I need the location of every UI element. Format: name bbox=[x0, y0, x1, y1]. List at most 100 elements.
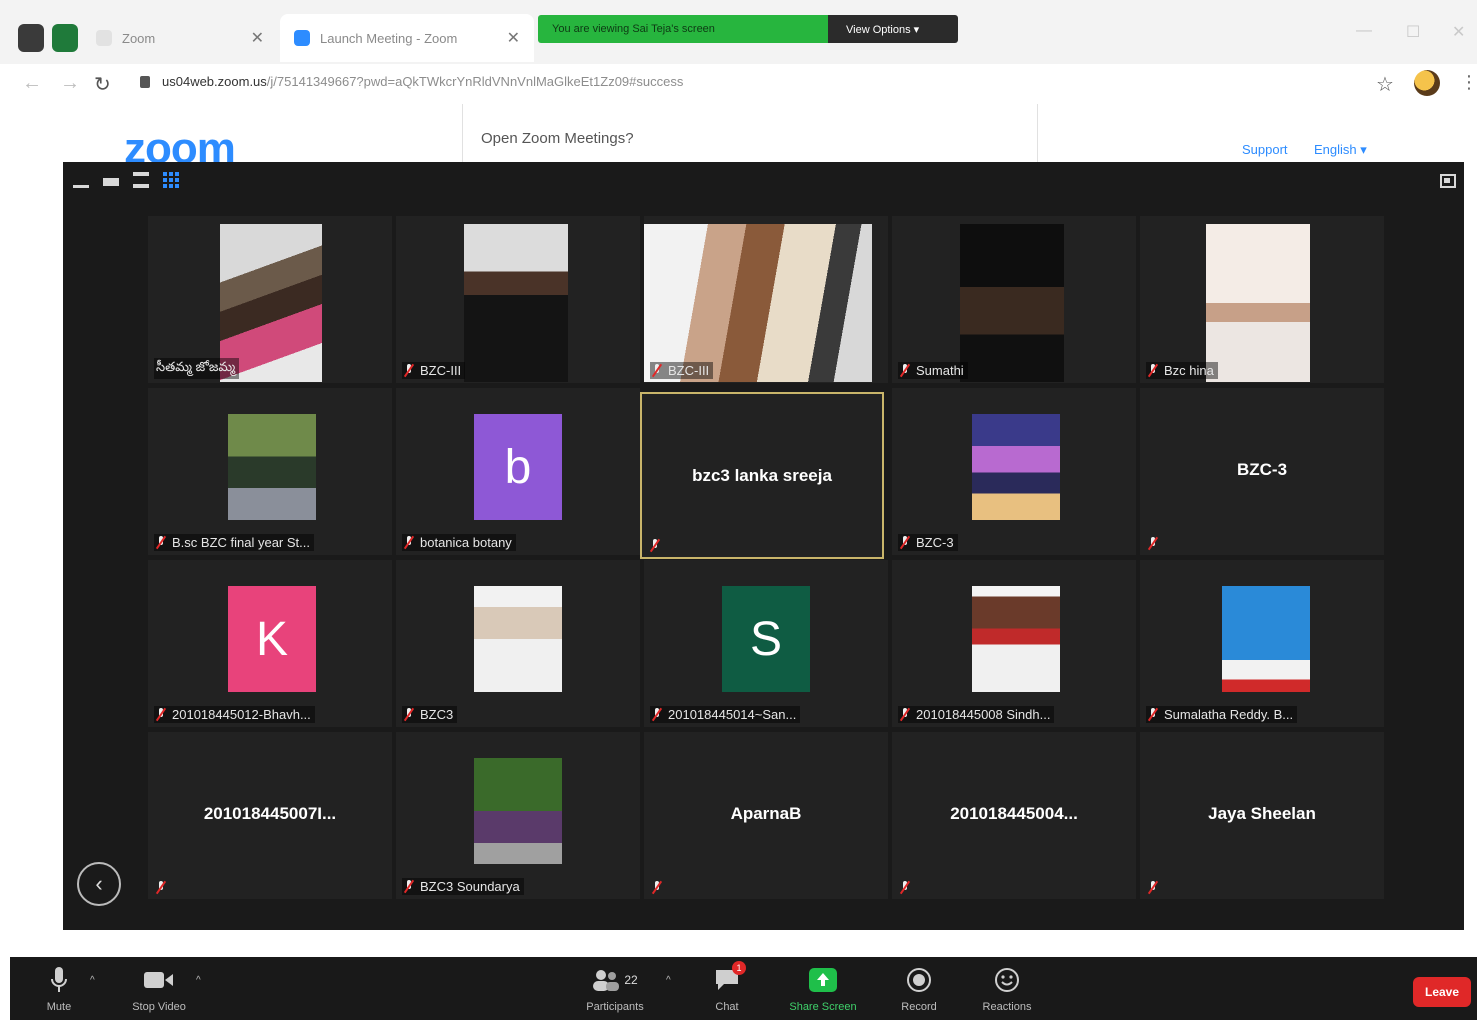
share-screen-icon bbox=[809, 965, 837, 995]
language-selector[interactable]: English ▾ bbox=[1314, 142, 1367, 158]
muted-mic-icon bbox=[1148, 881, 1158, 894]
participants-icon-group: 22 bbox=[592, 965, 638, 995]
participants-options-chevron-icon[interactable]: ^ bbox=[666, 975, 671, 986]
chat-unread-badge: 1 bbox=[732, 961, 746, 975]
participant-tile[interactable]: సీతమ్మ జోజమ్మ bbox=[148, 216, 392, 383]
forward-icon[interactable]: → bbox=[60, 72, 80, 95]
lock-icon bbox=[140, 75, 150, 88]
participant-name-bar: 20101844501​2-Bhavh... bbox=[154, 706, 315, 723]
minimize-view-icon[interactable] bbox=[73, 178, 89, 188]
mute-button[interactable]: Mute bbox=[14, 965, 104, 1013]
participant-name: Sumathi bbox=[916, 363, 964, 378]
extension-icon[interactable] bbox=[52, 24, 78, 52]
participant-name-bar: BZC-III bbox=[650, 362, 714, 379]
support-link[interactable]: Support bbox=[1242, 142, 1288, 157]
muted-mic-icon bbox=[1148, 537, 1158, 550]
avatar-letter: b bbox=[504, 440, 532, 494]
participant-tile[interactable]: BZC-3 bbox=[1140, 388, 1384, 555]
participant-tile[interactable]: BZC-III bbox=[644, 216, 888, 383]
participant-tile[interactable]: BZC-3 bbox=[892, 388, 1136, 555]
participants-count: 22 bbox=[624, 973, 638, 987]
muted-mic-icon bbox=[1148, 364, 1158, 377]
minimize-window-icon[interactable]: — bbox=[1356, 22, 1372, 40]
participant-name-bar: 201018445014~San... bbox=[650, 706, 801, 723]
browser-tab-launch-meeting[interactable]: Launch Meeting - Zoom ✕ bbox=[280, 14, 534, 62]
close-tab-icon[interactable]: ✕ bbox=[507, 28, 520, 48]
muted-mic-icon bbox=[652, 881, 662, 894]
participant-name: B.sc BZC final year St... bbox=[172, 535, 310, 550]
participant-name: 201018445014~San... bbox=[668, 707, 797, 722]
participant-name: 201018445008 Sindh... bbox=[916, 707, 1051, 722]
participants-button[interactable]: 22 Participants bbox=[570, 965, 660, 1013]
close-window-icon[interactable]: ✕ bbox=[1452, 22, 1465, 42]
maximize-window-icon[interactable]: ☐ bbox=[1406, 22, 1420, 42]
zoom-favicon-icon bbox=[96, 30, 112, 46]
participant-tile[interactable]: AparnaB bbox=[644, 732, 888, 899]
avatar-letter: K bbox=[255, 612, 288, 666]
gallery-grid: సీతమ్మ జోజమ్మ BZC-III BZC-III Sumathi Bz… bbox=[148, 216, 1388, 904]
browser-menu-icon[interactable]: ⋮ bbox=[1460, 72, 1477, 93]
participant-tile[interactable]: Bzc hina bbox=[1140, 216, 1384, 383]
gallery-view-icon[interactable] bbox=[163, 172, 179, 188]
muted-mic-icon bbox=[404, 364, 414, 377]
bookmark-star-icon[interactable]: ☆ bbox=[1376, 72, 1394, 97]
reload-icon[interactable]: ↻ bbox=[94, 72, 111, 97]
smiley-icon bbox=[994, 965, 1020, 995]
participant-name: BZC-3 bbox=[1236, 460, 1288, 479]
close-tab-icon[interactable]: ✕ bbox=[251, 28, 264, 48]
audio-options-chevron-icon[interactable]: ^ bbox=[90, 975, 95, 986]
stop-video-button[interactable]: Stop Video bbox=[114, 965, 204, 1013]
share-screen-label: Share Screen bbox=[789, 1001, 857, 1013]
muted-mic-icon bbox=[1148, 708, 1158, 721]
participant-tile[interactable]: S 201018445014~San... bbox=[644, 560, 888, 727]
participant-tile[interactable]: Sumalatha Reddy. B... bbox=[1140, 560, 1384, 727]
muted-mic-icon bbox=[156, 881, 166, 894]
filmstrip-view-icon[interactable] bbox=[133, 172, 149, 188]
extension-icon[interactable] bbox=[18, 24, 44, 52]
participant-tile[interactable]: B.sc BZC final year St... bbox=[148, 388, 392, 555]
browser-tab-zoom[interactable]: Zoom ✕ bbox=[82, 14, 278, 62]
muted-mic-icon bbox=[156, 708, 166, 721]
participant-name-bar: సీతమ్మ జోజమ్మ bbox=[154, 358, 240, 379]
url-path: /j/75141349667?pwd=aQkTWkcrYnRldVNnVnlMa… bbox=[266, 74, 684, 89]
participant-tile[interactable]: BZC-III bbox=[396, 216, 640, 383]
participant-name: 20101844501​2-Bhavh... bbox=[172, 707, 311, 722]
participant-tile[interactable]: 201018445004... bbox=[892, 732, 1136, 899]
share-screen-button[interactable]: Share Screen bbox=[778, 965, 868, 1013]
chat-icon: 1 bbox=[714, 961, 746, 995]
active-speaker-tile[interactable]: bzc3 lanka sreeja bbox=[640, 392, 884, 559]
reactions-button[interactable]: Reactions bbox=[962, 965, 1052, 1013]
participant-video bbox=[1222, 586, 1310, 692]
participant-name: BZC3 Soundarya bbox=[420, 879, 520, 894]
speaker-view-icon[interactable] bbox=[103, 178, 119, 186]
participant-tile[interactable]: b botanica botany bbox=[396, 388, 640, 555]
back-icon[interactable]: ← bbox=[22, 72, 42, 95]
exit-fullscreen-icon[interactable] bbox=[1440, 174, 1456, 188]
participant-video bbox=[644, 224, 872, 382]
previous-page-button[interactable]: ‹ bbox=[77, 862, 121, 906]
participant-name: botanica botany bbox=[420, 535, 512, 550]
muted-mic-icon bbox=[650, 539, 660, 552]
participant-video bbox=[1206, 224, 1310, 382]
video-camera-icon bbox=[144, 965, 174, 995]
participant-tile[interactable]: Jaya Sheelan bbox=[1140, 732, 1384, 899]
chat-button[interactable]: 1 Chat bbox=[682, 961, 772, 1013]
participant-tile[interactable]: BZC3 bbox=[396, 560, 640, 727]
participant-tile[interactable]: BZC3 Soundarya bbox=[396, 732, 640, 899]
participants-label: Participants bbox=[586, 1001, 644, 1013]
video-options-chevron-icon[interactable]: ^ bbox=[196, 975, 201, 986]
url-field[interactable]: us04web.zoom.us /j/75141349667?pwd=aQkTW… bbox=[140, 74, 683, 89]
participant-name: AparnaB bbox=[730, 804, 802, 823]
participant-tile[interactable]: Sumathi bbox=[892, 216, 1136, 383]
participant-tile[interactable]: 201018445007I... bbox=[148, 732, 392, 899]
leave-meeting-button[interactable]: Leave bbox=[1413, 977, 1471, 1007]
view-options-button[interactable]: View Options ▾ bbox=[828, 15, 958, 43]
record-button[interactable]: Record bbox=[874, 965, 964, 1013]
muted-mic-icon bbox=[652, 364, 662, 377]
muted-mic-icon bbox=[900, 708, 910, 721]
participant-name: BZC3 bbox=[420, 707, 454, 722]
tab-label: Zoom bbox=[122, 30, 156, 46]
participant-tile[interactable]: 201018445008 Sindh... bbox=[892, 560, 1136, 727]
participant-tile[interactable]: K 20101844501​2-Bhavh... bbox=[148, 560, 392, 727]
profile-avatar[interactable] bbox=[1414, 70, 1440, 96]
